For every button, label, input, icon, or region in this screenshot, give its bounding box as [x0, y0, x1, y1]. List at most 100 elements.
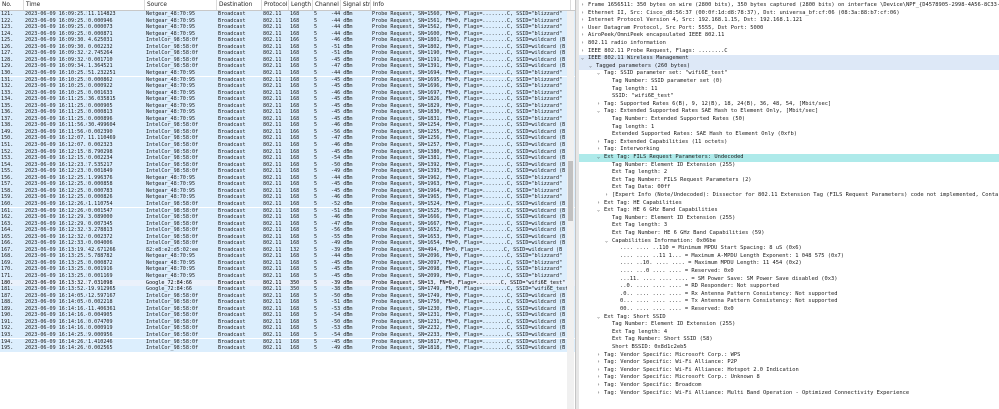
packet-row[interactable]: 193. 2023-06-09 16:14:25.5574659.000956 In…	[0, 331, 575, 339]
expand-right-icon[interactable]: ›	[597, 367, 604, 375]
expand-right-icon[interactable]: ›	[597, 200, 604, 208]
expand-down-icon[interactable]: ⌄	[597, 108, 604, 116]
column-header[interactable]: Info	[371, 0, 571, 10]
column-header[interactable]: Length	[289, 0, 313, 10]
column-header[interactable]: Time	[24, 0, 145, 10]
column-header[interactable]: Channel	[313, 0, 341, 10]
detail-tree-node[interactable]: .... ...0 .... .... = Reserved: 0x0	[579, 268, 999, 276]
packet-row[interactable]: 135. 2023-06-09 16:11:25.5620790.000905 Ne…	[0, 102, 575, 110]
detail-tree-node[interactable]: Tag Number: SSID parameter set (0)	[579, 78, 999, 86]
detail-tree-node[interactable]: ⌄ Ext Tag: HE 6 GHz Band Capabilities	[579, 207, 999, 215]
expand-right-icon[interactable]: ›	[581, 40, 588, 48]
expand-right-icon[interactable]: ›	[597, 359, 604, 367]
packet-row[interactable]: 188. 2023-06-09 16:14:05.0696150.002218 In…	[0, 299, 575, 306]
detail-tree-node[interactable]: › Ext Tag: HE Capabilities	[579, 200, 999, 208]
expand-down-icon[interactable]: ⌄	[589, 63, 596, 71]
expand-right-icon[interactable]: ›	[581, 48, 588, 56]
detail-tree-node[interactable]: › Tag: Vendor Specific: Wi-Fi Alliance: M…	[579, 390, 999, 398]
expand-down-icon[interactable]: ⌄	[597, 154, 604, 162]
detail-tree-node[interactable]: ⌄ Ext Tag: FILS Request Parameters: Undec…	[579, 154, 999, 162]
expand-right-icon[interactable]: ›	[597, 146, 604, 154]
expand-right-icon[interactable]: ›	[597, 390, 604, 398]
detail-tree-node[interactable]: .... .... ..110 = Minimum MPDU Start Spa…	[579, 245, 999, 253]
column-header[interactable]: Protocol	[262, 0, 289, 10]
expand-right-icon[interactable]: ›	[581, 17, 588, 25]
detail-tree-node[interactable]: .... ..10. .... .... = Maximum MPDU Leng…	[579, 260, 999, 268]
expand-down-icon[interactable]: ⌄	[597, 70, 604, 78]
detail-tree-node[interactable]: › AiroPeek/OmniPeek encapsulated IEEE 802…	[579, 32, 999, 40]
expand-down-icon[interactable]: ⌄	[605, 238, 612, 246]
detail-tree-node[interactable]: › Internet Protocol Version 4, Src: 192.1…	[579, 17, 999, 25]
packet-row[interactable]: 195. 2023-06-09 16:14:26.9702760.002565 In…	[0, 345, 575, 352]
detail-tree-node[interactable]: › 802.11 radio information	[579, 40, 999, 48]
detail-tree-node[interactable]: ..0. .... .... .... = RD Responder: Not …	[579, 283, 999, 291]
packet-row[interactable]: 160. 2023-06-09 16:12:26.6180791.110754 In…	[0, 200, 575, 208]
column-header[interactable]: Source	[145, 0, 217, 10]
detail-tree-node[interactable]: Tag Number: Element ID Extension (255)	[579, 321, 999, 329]
detail-tree-node[interactable]: ⌄ Tag: Extended Supported Rates SAE Hash …	[579, 108, 999, 116]
detail-tree-node[interactable]: 00.. .... .... .... = Reserved: 0x0	[579, 306, 999, 314]
detail-tree-node[interactable]: › Tag: Vendor Specific: Microsoft Corp.: …	[579, 352, 999, 360]
detail-tree-node[interactable]: Ext Tag Number: FILS Request Parameters …	[579, 177, 999, 185]
detail-tree-node[interactable]: › Tag: Vendor Specific: Microsoft Corp.: …	[579, 374, 999, 382]
column-header[interactable]: No.	[0, 0, 24, 10]
detail-tree-node[interactable]: Ext Tag length: 4	[579, 329, 999, 337]
detail-tree-node[interactable]: › Tag: Vendor Specific: Wi-Fi Alliance: P…	[579, 359, 999, 367]
expand-right-icon[interactable]: ›	[581, 10, 588, 18]
detail-tree-node[interactable]: Short BSSID: 0x8d1c2eb5	[579, 344, 999, 352]
packet-row[interactable]: 125. 2023-06-09 16:09:30.1763414.625031 In…	[0, 37, 575, 44]
expand-right-icon[interactable]: ›	[597, 139, 604, 147]
detail-tree-node[interactable]: 0... .... .... .... = Tx Antenna Pattern…	[579, 298, 999, 306]
column-header[interactable]: Destination	[217, 0, 262, 10]
detail-tree-node[interactable]: › Frame 1656511: 350 bytes on wire (2800 …	[579, 2, 999, 10]
detail-tree-node[interactable]: .... .... ..11 1... = Maximum A-MPDU Len…	[579, 253, 999, 261]
detail-tree-node[interactable]: › [Expert Info (Note/Undecoded): Dissecto…	[579, 192, 999, 200]
detail-tree-node[interactable]: › User Datagram Protocol, Src Port: 5555,…	[579, 25, 999, 33]
detail-tree-node[interactable]: › Tag: Vendor Specific: Broadcom	[579, 382, 999, 390]
packet-list-scrollbar[interactable]	[567, 11, 574, 409]
packet-row[interactable]: 155. 2023-06-09 16:12:23.5080920.001849 In…	[0, 168, 575, 175]
detail-tree-node[interactable]: ⌄ Capabilities Information: 0x06be	[579, 238, 999, 246]
detail-tree-node[interactable]: SSID: "wifi6E_test"	[579, 93, 999, 101]
detail-tree-node[interactable]: ⌄ Ext Tag: Short SSID	[579, 314, 999, 322]
detail-tree-node[interactable]: .0.. .... .... .... = Rx Antenna Pattern…	[579, 291, 999, 299]
detail-tree-node[interactable]: › Tag: Interworking	[579, 146, 999, 154]
detail-tree-node[interactable]: Tag Number: Element ID Extension (255)	[579, 162, 999, 170]
detail-tree-node[interactable]: Ext Tag length: 2	[579, 169, 999, 177]
detail-tree-node[interactable]: Ext Tag Number: HE 6 GHz Band Capabiliti…	[579, 230, 999, 238]
packet-details-pane[interactable]: › Frame 1656511: 350 bytes on wire (2800 …	[579, 0, 999, 409]
detail-tree-node[interactable]: Ext Tag Data: 00ff	[579, 184, 999, 192]
packet-row[interactable]: 165. 2023-06-09 16:12:32.9971560.002372 In…	[0, 233, 575, 241]
expand-right-icon[interactable]: ›	[581, 2, 588, 10]
packet-row[interactable]: 150. 2023-06-09 16:12:07.17617111.110469 I…	[0, 135, 575, 142]
expand-right-icon[interactable]: ›	[581, 32, 588, 40]
expand-right-icon[interactable]: ›	[597, 352, 604, 360]
detail-tree-node[interactable]: › Tag: Vendor Specific: Wi-Fi Alliance: H…	[579, 367, 999, 375]
detail-tree-node[interactable]: Ext Tag length: 3	[579, 222, 999, 230]
detail-tree-node[interactable]: › IEEE 802.11 Probe Request, Flags: .....…	[579, 48, 999, 56]
expand-down-icon[interactable]: ⌄	[597, 314, 604, 322]
expand-down-icon[interactable]: ⌄	[597, 207, 604, 215]
detail-tree-node[interactable]: ⌄ Tag: SSID parameter set: "wifi6E_test"	[579, 70, 999, 78]
expand-right-icon[interactable]: ›	[597, 101, 604, 109]
expand-right-icon[interactable]: ›	[581, 25, 588, 33]
expand-right-icon[interactable]: ›	[597, 374, 604, 382]
packet-row[interactable]: 130. 2023-06-09 16:10:25.52231951.232251 N…	[0, 69, 575, 77]
detail-tree-node[interactable]: Tag length: 1	[579, 124, 999, 132]
detail-tree-node[interactable]: ...11. .... .... .... = SM Power Save: S…	[579, 276, 999, 284]
scrollbar-thumb[interactable]	[568, 161, 573, 221]
expand-right-icon[interactable]: ›	[597, 382, 604, 390]
detail-tree-node[interactable]: Tag Number: Element ID Extension (255)	[579, 215, 999, 223]
detail-tree-node[interactable]: Tag Number: Extended Supported Rates (50…	[579, 116, 999, 124]
column-header[interactable]: Signal stre	[341, 0, 371, 10]
expand-down-icon[interactable]: ⌄	[581, 55, 588, 63]
expand-right-icon[interactable]: ›	[605, 192, 612, 200]
detail-tree-node[interactable]: › Ethernet II, Src: Cisco_d8:56:37 (00:0f…	[579, 10, 999, 18]
detail-tree-node[interactable]: Extended Supported Rates: SAE Hash to El…	[579, 131, 999, 139]
detail-tree-node[interactable]: › Tag: Extended Capabilities (11 octets)	[579, 139, 999, 147]
packet-list-pane[interactable]: No. Time Source Destination Protocol Length Ch…	[0, 0, 575, 409]
detail-tree-node[interactable]: ⌄ Tagged parameters (260 bytes)	[579, 62, 999, 71]
detail-tree-node[interactable]: Ext Tag Number: Short SSID (58)	[579, 336, 999, 344]
detail-tree-node[interactable]: Tag length: 11	[579, 86, 999, 94]
detail-tree-node[interactable]: ⌄ IEEE 802.11 Wireless Management	[579, 55, 999, 63]
